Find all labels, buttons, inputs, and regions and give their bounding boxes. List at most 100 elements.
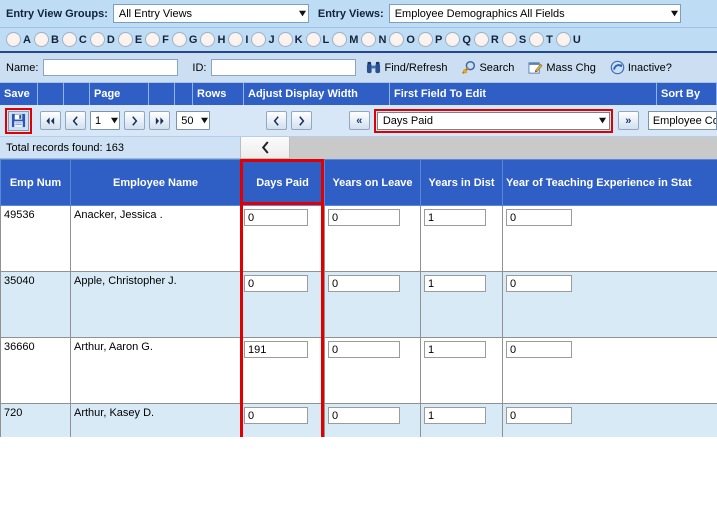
id-input[interactable]	[211, 59, 357, 76]
table-row[interactable]: 49536 Anacker, Jessica .0010	[0, 205, 717, 272]
alpha-filter-label: T	[546, 33, 553, 46]
next-page-button[interactable]	[124, 111, 146, 130]
alpha-filter-d[interactable]: D	[89, 32, 117, 47]
radio-icon[interactable]	[228, 32, 244, 47]
radio-icon[interactable]	[200, 32, 216, 47]
alpha-filter-f[interactable]: F	[145, 32, 171, 47]
radio-icon[interactable]	[89, 32, 105, 47]
alpha-filter-k[interactable]: K	[277, 32, 305, 47]
radio-icon[interactable]	[277, 32, 293, 47]
alpha-filter-u[interactable]: U	[555, 32, 583, 47]
alpha-filter-r[interactable]: R	[473, 32, 501, 47]
alpha-filter-o[interactable]: O	[389, 32, 417, 47]
find-refresh-button[interactable]: Find/Refresh	[366, 60, 447, 75]
radio-icon[interactable]	[6, 32, 21, 47]
column-header-employee-name[interactable]: Employee Name	[70, 159, 241, 206]
column-header-emp-num[interactable]: Emp Num	[0, 159, 71, 206]
alpha-filter-i[interactable]: I	[228, 32, 250, 47]
increase-width-button[interactable]	[290, 111, 312, 130]
alpha-filter-e[interactable]: E	[117, 32, 144, 47]
search-button[interactable]: Search	[461, 60, 514, 75]
collapse-panel-button[interactable]	[240, 137, 290, 159]
next-field-button[interactable]: »	[617, 111, 639, 130]
entry-view-groups-value: All Entry Views	[118, 7, 193, 20]
alpha-filter-l[interactable]: L	[305, 32, 332, 47]
table-row[interactable]: 36660 Arthur, Aaron G. 191 0 1 0	[0, 337, 717, 404]
sort-by-select[interactable]: Employee Co	[647, 111, 717, 130]
cell-years-in-dist: 1	[420, 205, 503, 272]
years-on-leave-input[interactable]: 0	[328, 275, 400, 292]
toolbar-header-spacer-4	[175, 83, 193, 105]
alpha-filter-n[interactable]: N	[361, 32, 388, 47]
table-row[interactable]: 35040 Apple, Christopher J. 0 0 1 0	[0, 271, 717, 338]
radio-icon[interactable]	[33, 32, 49, 47]
sort-by-value: Employee Co	[652, 114, 717, 127]
alpha-filter-c[interactable]: C	[61, 32, 89, 47]
years-in-dist-input[interactable]: 1	[424, 407, 486, 424]
years-teaching-input[interactable]: 0	[506, 341, 572, 358]
days-paid-input[interactable]: 191	[244, 341, 308, 358]
years-on-leave-input[interactable]: 0	[328, 209, 400, 226]
alpha-filter-t[interactable]: T	[529, 32, 555, 47]
column-header-years-in-dist[interactable]: Years in Dist	[420, 159, 503, 206]
radio-icon[interactable]	[501, 32, 517, 47]
radio-icon[interactable]	[473, 32, 489, 47]
radio-icon[interactable]	[251, 32, 267, 47]
years-teaching-input[interactable]: 0	[506, 275, 572, 292]
alpha-filter-m[interactable]: M	[332, 32, 360, 47]
alpha-filter-label: L	[322, 33, 330, 46]
previous-field-button[interactable]: «	[348, 111, 370, 130]
chevron-down-icon: ▾	[599, 114, 606, 126]
years-teaching-input[interactable]: 0	[506, 209, 572, 226]
days-paid-input[interactable]: 0	[244, 407, 308, 424]
column-header-years-on-leave[interactable]: Years on Leave	[324, 159, 421, 206]
radio-icon[interactable]	[529, 32, 545, 47]
alpha-filter-b[interactable]: B	[33, 32, 61, 47]
inactive-button[interactable]: Inactive?	[610, 60, 672, 75]
page-select[interactable]: 1 ▾	[90, 111, 121, 130]
toolbar-header-spacer-1	[38, 83, 64, 105]
mass-chg-button[interactable]: Mass Chg	[528, 60, 596, 75]
toolbar-header-rows: Rows	[193, 83, 244, 105]
alpha-filter-g[interactable]: G	[171, 32, 200, 47]
radio-icon[interactable]	[361, 32, 377, 47]
first-page-button[interactable]	[40, 111, 61, 130]
alpha-filter-j[interactable]: J	[251, 32, 276, 47]
rows-select[interactable]: 50 ▾	[176, 111, 210, 130]
days-paid-input[interactable]: 0	[244, 275, 308, 292]
alpha-filter-a[interactable]: A	[6, 32, 33, 47]
prev-page-button[interactable]	[65, 111, 86, 130]
entry-views-select[interactable]: Employee Demographics All Fields ▾	[388, 4, 681, 23]
radio-icon[interactable]	[417, 32, 433, 47]
radio-icon[interactable]	[389, 32, 405, 47]
days-paid-input[interactable]: 0	[244, 209, 308, 226]
column-header-days-paid[interactable]: Days Paid	[240, 159, 325, 206]
alpha-filter-p[interactable]: P	[417, 32, 444, 47]
alpha-filter-label: F	[162, 33, 169, 46]
radio-icon[interactable]	[332, 32, 348, 47]
decrease-width-button[interactable]	[265, 111, 287, 130]
radio-icon[interactable]	[117, 32, 133, 47]
radio-icon[interactable]	[445, 32, 461, 47]
years-on-leave-input[interactable]: 0	[328, 407, 400, 424]
radio-icon[interactable]	[171, 32, 187, 47]
alpha-filter-q[interactable]: Q	[445, 32, 473, 47]
radio-icon[interactable]	[145, 32, 161, 47]
first-field-to-edit-select[interactable]: Days Paid ▾	[376, 111, 610, 130]
name-input[interactable]	[43, 59, 179, 76]
save-button[interactable]	[8, 110, 29, 131]
column-header-years-teaching[interactable]: Year of Teaching Experience in Stat	[502, 159, 717, 206]
years-in-dist-input[interactable]: 1	[424, 209, 486, 226]
last-page-button[interactable]	[149, 111, 171, 130]
years-teaching-input[interactable]: 0	[506, 407, 572, 424]
alpha-filter-s[interactable]: S	[501, 32, 528, 47]
alpha-filter-h[interactable]: H	[200, 32, 227, 47]
radio-icon[interactable]	[305, 32, 321, 47]
entry-view-groups-select[interactable]: All Entry Views ▾	[112, 4, 309, 23]
table-row[interactable]: 720 Arthur, Kasey D. 0 0 1 0	[0, 403, 717, 437]
radio-icon[interactable]	[61, 32, 77, 47]
years-in-dist-input[interactable]: 1	[424, 275, 486, 292]
years-in-dist-input[interactable]: 1	[424, 341, 486, 358]
radio-icon[interactable]	[555, 32, 571, 47]
years-on-leave-input[interactable]: 0	[328, 341, 400, 358]
